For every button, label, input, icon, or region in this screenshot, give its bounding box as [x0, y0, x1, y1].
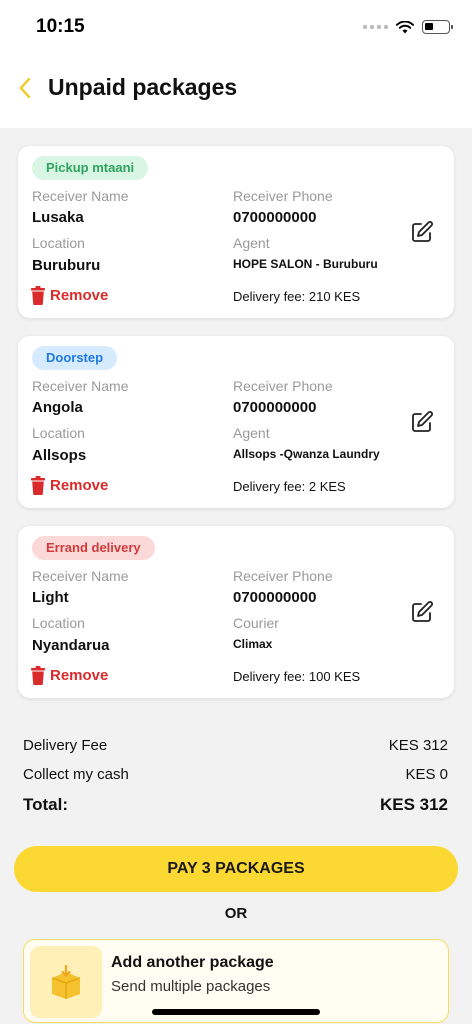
summary-delivery-fee-row: Delivery Fee KES 312	[23, 737, 448, 754]
summary-collect-cash-value: KES 0	[405, 766, 448, 783]
receiver-name-value: Light	[32, 589, 69, 606]
package-card: Doorstep Receiver Name Angola Receiver P…	[18, 336, 454, 508]
wifi-icon	[396, 20, 414, 33]
receiver-phone-label: Receiver Phone	[233, 188, 333, 204]
remove-label: Remove	[50, 667, 109, 684]
receiver-phone-label: Receiver Phone	[233, 378, 333, 394]
delivery-fee: Delivery fee: 210 KES	[233, 289, 361, 304]
receiver-phone-value: 0700000000	[233, 589, 317, 606]
location-value: Buruburu	[32, 257, 101, 274]
summary-collect-cash-label: Collect my cash	[23, 766, 129, 783]
receiver-phone-value: 0700000000	[233, 399, 317, 416]
remove-label: Remove	[50, 477, 109, 494]
app-header: Unpaid packages	[0, 56, 472, 128]
delivery-type-badge: Doorstep	[32, 346, 118, 370]
location-label: Location	[32, 425, 85, 441]
status-time: 10:15	[36, 16, 85, 37]
receiver-phone-label: Receiver Phone	[233, 568, 333, 584]
receiver-phone-value: 0700000000	[233, 209, 317, 226]
add-package-title: Add another package	[111, 954, 274, 971]
summary-delivery-fee-value: KES 312	[388, 737, 448, 754]
delivery-type-badge: Pickup mtaani	[32, 156, 149, 180]
edit-icon	[412, 221, 433, 242]
agent-value: HOPE SALON - Buruburu	[233, 257, 378, 271]
add-package-subtitle: Send multiple packages	[111, 978, 271, 995]
edit-package-button[interactable]	[410, 410, 434, 434]
remove-label: Remove	[50, 287, 109, 304]
receiver-name-value: Angola	[32, 399, 83, 416]
summary-collect-cash-row: Collect my cash KES 0	[23, 766, 448, 783]
trash-icon	[31, 666, 45, 685]
or-divider-text: OR	[224, 905, 248, 922]
package-box-icon-container	[30, 946, 102, 1018]
remove-button[interactable]: Remove	[30, 666, 108, 685]
edit-icon	[412, 601, 433, 622]
agent-label: Agent	[233, 235, 270, 251]
home-indicator[interactable]	[152, 1009, 320, 1015]
receiver-name-label: Receiver Name	[32, 188, 129, 204]
receiver-name-label: Receiver Name	[32, 378, 129, 394]
courier-label: Courier	[233, 615, 279, 631]
summary-delivery-fee-label: Delivery Fee	[23, 737, 108, 754]
delivery-fee: Delivery fee: 2 KES	[233, 479, 346, 494]
back-button[interactable]	[16, 74, 36, 102]
agent-value: Allsops -Qwanza Laundry	[233, 447, 380, 461]
package-card: Errand delivery Receiver Name Light Rece…	[18, 526, 454, 698]
page-title: Unpaid packages	[48, 74, 238, 100]
summary-total-value: KES 312	[379, 795, 448, 814]
trash-icon	[31, 286, 45, 305]
edit-package-button[interactable]	[410, 600, 434, 624]
chevron-left-icon	[19, 77, 31, 99]
trash-icon	[31, 476, 45, 495]
status-icons	[363, 20, 453, 34]
package-card: Pickup mtaani Receiver Name Lusaka Recei…	[18, 146, 454, 318]
location-label: Location	[32, 615, 85, 631]
edit-icon	[412, 411, 433, 432]
receiver-name-value: Lusaka	[32, 209, 84, 226]
battery-icon	[422, 20, 453, 34]
location-value: Allsops	[32, 447, 87, 464]
summary-total-label: Total:	[23, 795, 69, 814]
courier-value: Climax	[233, 637, 273, 651]
agent-label: Agent	[233, 425, 270, 441]
delivery-type-badge: Errand delivery	[32, 536, 155, 560]
cellular-signal-icon	[363, 25, 388, 29]
summary-total-row: Total: KES 312	[23, 795, 448, 815]
location-label: Location	[32, 235, 85, 251]
remove-button[interactable]: Remove	[30, 476, 108, 495]
receiver-name-label: Receiver Name	[32, 568, 129, 584]
pay-packages-button[interactable]: PAY 3 PACKAGES	[14, 846, 458, 892]
edit-package-button[interactable]	[410, 220, 434, 244]
status-bar: 10:15	[0, 0, 472, 56]
remove-button[interactable]: Remove	[30, 286, 108, 305]
delivery-fee: Delivery fee: 100 KES	[233, 669, 361, 684]
package-box-icon	[51, 964, 81, 999]
location-value: Nyandarua	[32, 637, 110, 654]
